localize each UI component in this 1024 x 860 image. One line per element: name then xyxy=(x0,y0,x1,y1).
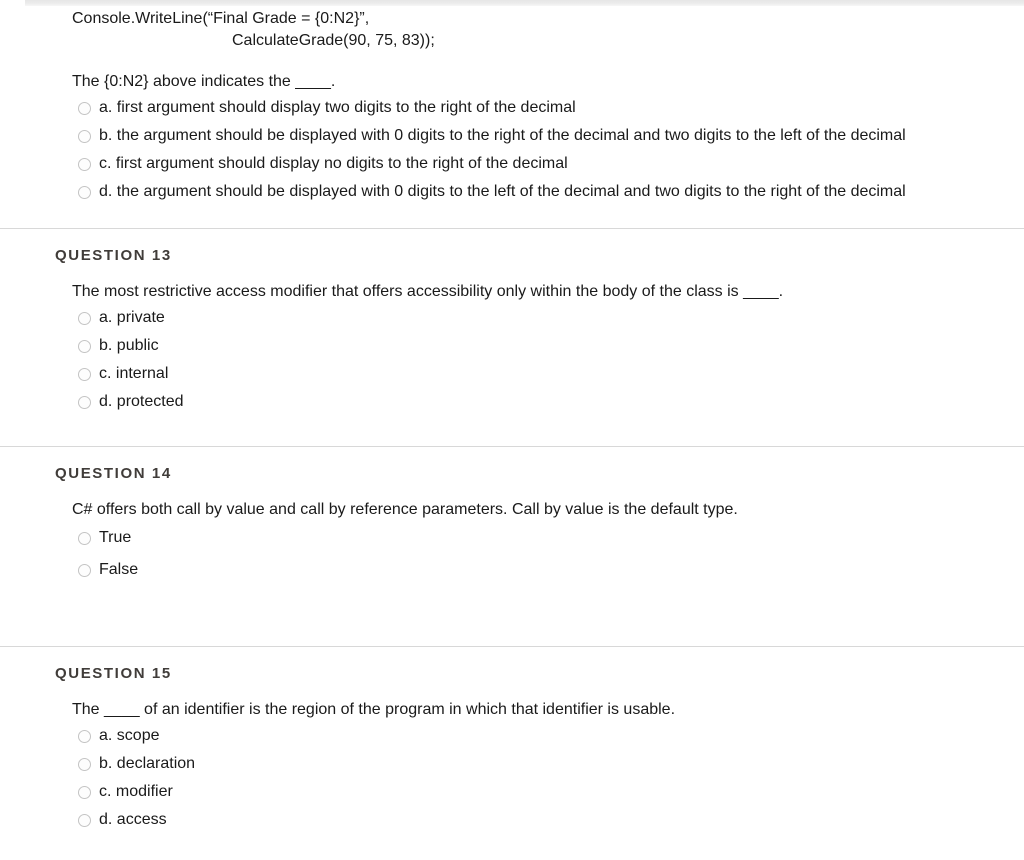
question-14-body: C# offers both call by value and call by… xyxy=(0,482,1024,646)
radio-button-icon[interactable] xyxy=(78,785,91,799)
option-label: d. the argument should be displayed with… xyxy=(99,183,906,200)
option-row[interactable]: a. first argument should display two dig… xyxy=(72,94,1024,122)
question-15-text: The ____ of an identifier is the region … xyxy=(72,701,676,718)
radio-button-icon[interactable] xyxy=(78,729,91,743)
option-label: d. access xyxy=(99,811,167,828)
option-label: True xyxy=(99,529,132,546)
option-row[interactable]: c. first argument should display no digi… xyxy=(72,150,1024,178)
option-label: d. protected xyxy=(99,393,184,410)
option-row[interactable]: b. declaration xyxy=(72,750,1024,778)
option-label: b. declaration xyxy=(99,755,196,772)
question-13-body: The most restrictive access modifier tha… xyxy=(0,264,1024,446)
option-label: a. private xyxy=(99,309,165,326)
radio-button-icon[interactable] xyxy=(78,813,91,827)
radio-button-icon[interactable] xyxy=(78,185,91,199)
radio-button-icon[interactable] xyxy=(78,339,91,353)
option-row[interactable]: a. scope xyxy=(72,722,1024,750)
question-12-body: Console.WriteLine(“Final Grade = {0:N2}”… xyxy=(0,0,1024,228)
code-line-2: CalculateGrade(90, 75, 83)); xyxy=(232,32,435,49)
option-row[interactable]: b. the argument should be displayed with… xyxy=(72,122,1024,150)
option-label: c. first argument should display no digi… xyxy=(99,155,568,172)
option-row[interactable]: b. public xyxy=(72,332,1024,360)
quiz-page: Console.WriteLine(“Final Grade = {0:N2}”… xyxy=(0,0,1024,860)
option-row[interactable]: c. modifier xyxy=(72,778,1024,806)
question-13-header: QUESTION 13 xyxy=(55,247,172,264)
question-15-options: a. scope b. declaration c. modifier d. a… xyxy=(72,722,1024,834)
radio-button-icon[interactable] xyxy=(78,129,91,143)
question-12-text: The {0:N2} above indicates the ____. xyxy=(72,73,336,90)
option-row[interactable]: d. access xyxy=(72,806,1024,834)
question-block-15: QUESTION 15 The ____ of an identifier is… xyxy=(0,646,1024,860)
option-label: c. internal xyxy=(99,365,169,382)
question-block-14: QUESTION 14 C# offers both call by value… xyxy=(0,446,1024,646)
radio-button-icon[interactable] xyxy=(78,311,91,325)
option-label: b. the argument should be displayed with… xyxy=(99,127,906,144)
option-row[interactable]: False xyxy=(72,554,1024,586)
question-15-header: QUESTION 15 xyxy=(55,665,172,682)
option-row[interactable]: a. private xyxy=(72,304,1024,332)
radio-button-icon[interactable] xyxy=(78,395,91,409)
option-label: b. public xyxy=(99,337,159,354)
question-12-code: Console.WriteLine(“Final Grade = {0:N2}”… xyxy=(72,8,1024,52)
question-12-options: a. first argument should display two dig… xyxy=(72,94,1024,206)
question-13-options: a. private b. public c. internal d. prot… xyxy=(72,304,1024,416)
option-row[interactable]: c. internal xyxy=(72,360,1024,388)
option-label: a. first argument should display two dig… xyxy=(99,99,576,116)
option-label: c. modifier xyxy=(99,783,173,800)
radio-button-icon[interactable] xyxy=(78,757,91,771)
code-line-1: Console.WriteLine(“Final Grade = {0:N2}”… xyxy=(72,10,370,27)
question-14-options: True False xyxy=(72,522,1024,586)
radio-button-icon[interactable] xyxy=(78,157,91,171)
option-row[interactable]: True xyxy=(72,522,1024,554)
option-row[interactable]: d. the argument should be displayed with… xyxy=(72,178,1024,206)
radio-button-icon[interactable] xyxy=(78,367,91,381)
option-label: a. scope xyxy=(99,727,160,744)
question-block-13: QUESTION 13 The most restrictive access … xyxy=(0,228,1024,446)
radio-button-icon[interactable] xyxy=(78,563,91,577)
radio-button-icon[interactable] xyxy=(78,531,91,545)
option-row[interactable]: d. protected xyxy=(72,388,1024,416)
radio-button-icon[interactable] xyxy=(78,101,91,115)
question-13-text: The most restrictive access modifier tha… xyxy=(72,283,784,300)
option-label: False xyxy=(99,561,139,578)
question-15-body: The ____ of an identifier is the region … xyxy=(0,682,1024,860)
question-14-header: QUESTION 14 xyxy=(55,465,172,482)
question-14-text: C# offers both call by value and call by… xyxy=(72,501,738,518)
question-block-12: Console.WriteLine(“Final Grade = {0:N2}”… xyxy=(0,0,1024,228)
